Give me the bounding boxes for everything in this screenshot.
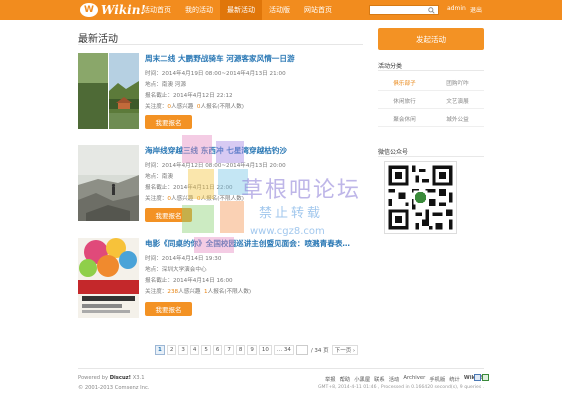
footer-link[interactable]: 联系 (374, 375, 385, 383)
page-link[interactable]: 7 (224, 345, 234, 355)
signup-button[interactable]: 我要报名 (145, 115, 192, 129)
category-item[interactable]: 城外公益 (431, 112, 484, 127)
page-link[interactable]: 5 (201, 345, 211, 355)
page-link[interactable]: 8 (235, 345, 246, 355)
page-link[interactable]: 9 (247, 345, 257, 355)
nav-item-events-board[interactable]: 活动版 (262, 0, 297, 20)
badge-icon[interactable] (474, 374, 481, 381)
watermark-text: 草根吧论坛 (241, 178, 362, 203)
nav-item-site-home[interactable]: 网站首页 (297, 0, 339, 20)
stats-label: 关注度： (145, 104, 168, 110)
category-item[interactable]: 文艺演展 (431, 94, 484, 109)
logo-mark: W (80, 3, 98, 17)
signup-label: 人报名(不限人数) (200, 104, 244, 110)
signup-button[interactable]: 我要报名 (145, 302, 192, 316)
follow-label: 人感兴趣 (178, 289, 201, 295)
category-item[interactable]: 聚会休闲 (378, 112, 431, 127)
page-link[interactable]: 3 (178, 345, 188, 355)
event-place: 地点：南澳 河源 (145, 82, 186, 88)
event-thumbnail[interactable] (78, 53, 139, 129)
nav-item-my-events[interactable]: 我的活动 (178, 0, 220, 20)
event-thumbnail[interactable] (78, 238, 139, 318)
event-place: 地点：深圳大学演会中心 (145, 267, 207, 273)
divider (78, 368, 484, 369)
event-time: 时间：2014年4月14日 19:30 (145, 256, 222, 262)
page-jump-input[interactable] (295, 345, 308, 355)
watermark-text: 禁止转载 (259, 206, 324, 221)
event-thumbnail[interactable] (78, 145, 139, 221)
event-place: 地点：南澳 (145, 174, 173, 180)
watermark-url: www.cgz8.com (250, 226, 325, 237)
nav-item-events-home[interactable]: 活动首页 (136, 0, 178, 20)
page-link[interactable]: 2 (166, 345, 177, 355)
footer-link[interactable]: 举报 (325, 375, 336, 383)
divider (378, 156, 484, 157)
stats-label: 关注度： (145, 289, 168, 295)
event-stats: 关注度：238人感兴趣 1人报名(不限人数) (145, 287, 251, 295)
badge-icon[interactable] (482, 374, 489, 381)
launch-event-button[interactable]: 发起活动 (378, 28, 484, 50)
search-button[interactable] (424, 5, 438, 15)
event-title[interactable]: 周末二线 大鹏野战骑车 河源客家风情一日游 (145, 53, 295, 64)
page-link[interactable]: 4 (189, 345, 200, 355)
page-link-current[interactable]: 1 (155, 345, 165, 355)
powered-name[interactable]: Discuz! (110, 375, 131, 381)
logout-link[interactable]: 退出 (470, 5, 482, 14)
next-page-button[interactable]: 下一页 › (331, 345, 359, 355)
category-item[interactable]: 俱乐部子 (378, 76, 431, 91)
page-link-last[interactable]: ... 34 (273, 345, 294, 355)
stats-label: 关注度： (145, 196, 168, 202)
category-item[interactable]: 休闲旅行 (378, 94, 431, 109)
powered-by: Powered by Discuz! X3.1 (78, 375, 145, 381)
categories-heading: 活动分类 (378, 63, 403, 70)
divider (78, 44, 363, 45)
page-title: 最新活动 (78, 34, 118, 45)
category-item[interactable]: 团购吖咋 (431, 76, 484, 91)
follow-count: 238 (167, 289, 179, 295)
footer-link[interactable]: 帮助 (340, 375, 351, 383)
footer-link[interactable]: 手机版 (429, 375, 445, 383)
event-deadline: 报名截止：2014年4月14日 16:00 (145, 278, 233, 284)
powered-label: Powered by (78, 375, 110, 381)
event-time: 时间：2014年4月19日 08:00~2014年4月13日 21:00 (145, 71, 286, 77)
signup-label: 人报名(不限人数) (207, 289, 252, 295)
wechat-qr-code (384, 161, 457, 234)
footer-links: 举报 帮助 小黑屋 联系 活动 Archiver 手机版 统计 Wikin! (325, 375, 483, 383)
copyright: © 2001-2013 Comsenz Inc. (78, 385, 150, 391)
event-item: 周末二线 大鹏野战骑车 河源客家风情一日游 时间：2014年4月19日 08:0… (78, 53, 363, 133)
page-link[interactable]: 6 (212, 345, 223, 355)
username-link[interactable]: admin (447, 5, 466, 12)
footer-link[interactable]: 小黑屋 (354, 375, 370, 383)
divider (378, 70, 484, 71)
event-stats: 关注度：0人感兴趣 0人报名(不限人数) (145, 102, 244, 110)
page-total: / 34 页 (310, 348, 329, 354)
main-nav: 活动首页 我的活动 最新活动 活动版 网站首页 (136, 0, 339, 20)
footer-link[interactable]: Archiver (403, 375, 425, 383)
wechat-heading: 微信公众号 (378, 149, 409, 156)
footer-stats: GMT+8, 2014-4-11 01:46 , Processed in 0.… (318, 385, 485, 390)
follow-label: 人感兴趣 (170, 104, 194, 110)
footer-link[interactable]: 活动 (389, 375, 400, 383)
nav-item-latest-events[interactable]: 最新活动 (220, 0, 262, 20)
pagination: 1 2 3 4 5 6 7 8 9 10 ... 34 / 34 页 下一页 › (155, 345, 359, 355)
event-deadline: 报名截止：2014年4月12日 22:12 (145, 93, 233, 99)
powered-version: X3.1 (131, 375, 145, 381)
page-link[interactable]: 10 (258, 345, 272, 355)
search-icon (427, 6, 435, 14)
footer-link[interactable]: 统计 (449, 375, 460, 383)
